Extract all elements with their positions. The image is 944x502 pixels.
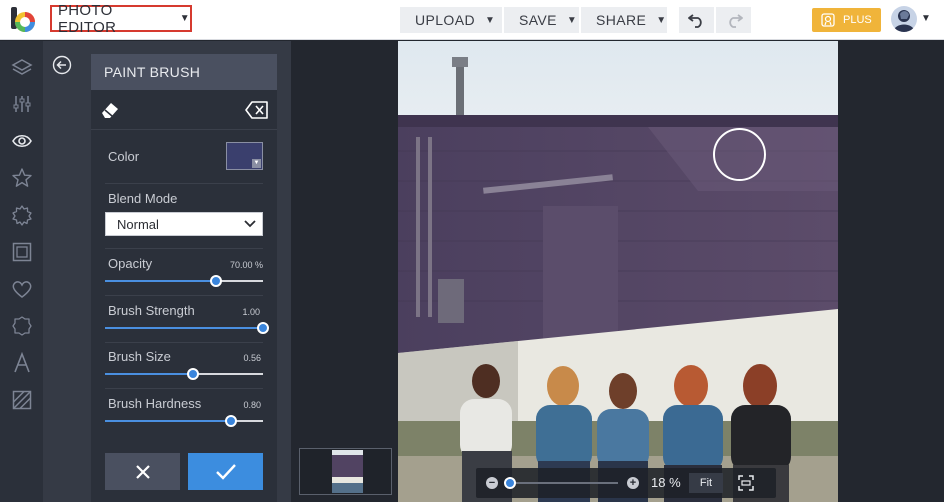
chevron-down-icon: ▼ [656, 14, 667, 26]
zoom-slider-track[interactable] [510, 482, 618, 484]
paint-brush-panel: PAINT BRUSH Color ▼ Blend Mode Normal Op… [91, 54, 277, 502]
zoom-controls: − + 18 % Fit [476, 468, 776, 498]
layers-icon[interactable] [10, 56, 34, 80]
blend-mode-select[interactable]: Normal [105, 212, 263, 236]
slider-fill [105, 420, 232, 422]
divider [105, 388, 263, 389]
adjust-icon[interactable] [10, 92, 34, 116]
badge-icon[interactable] [10, 203, 34, 227]
brush-tools-row [91, 90, 277, 130]
opacity-label: Opacity [108, 256, 153, 271]
zoom-level: 18 % [651, 475, 681, 490]
blend-mode-value: Normal [117, 216, 159, 232]
chevron-down-icon: ▼ [179, 13, 190, 24]
user-avatar-icon [891, 6, 917, 32]
avatar[interactable] [891, 6, 917, 32]
clear-backspace-icon[interactable] [245, 100, 269, 120]
brush-size-value: 0.56 [243, 353, 261, 363]
brush-strength-value: 1.00 [242, 307, 260, 317]
chevron-down-icon: ▼ [566, 14, 578, 26]
brush-hardness-slider[interactable] [105, 415, 263, 427]
eraser-icon[interactable] [99, 99, 121, 121]
product-menu[interactable]: PHOTO EDITOR ▼ [50, 2, 192, 36]
slider-knob[interactable] [225, 415, 238, 427]
undo-button[interactable] [679, 7, 714, 33]
navigator-thumbnail-image [332, 450, 363, 493]
top-bar: PHOTO EDITOR ▼ UPLOAD ▼ SAVE ▼ SHARE ▼ P… [0, 0, 944, 40]
slider-fill [105, 327, 263, 329]
chevron-down-icon[interactable]: ▼ [921, 13, 931, 24]
blend-mode-label: Blend Mode [108, 191, 178, 206]
divider [105, 342, 263, 343]
upload-button[interactable]: UPLOAD ▼ [400, 7, 502, 33]
redo-icon [728, 14, 743, 28]
product-menu-label: PHOTO EDITOR [58, 1, 117, 36]
close-icon [135, 464, 150, 479]
opacity-slider[interactable] [105, 275, 263, 287]
eye-icon[interactable] [10, 129, 34, 153]
slider-fill [105, 280, 216, 282]
brush-strength-slider[interactable] [105, 322, 269, 334]
brush-strength-label: Brush Strength [108, 303, 195, 318]
chevron-down-icon: ▼ [484, 14, 496, 26]
apply-button[interactable] [188, 453, 263, 490]
photo-image [398, 41, 838, 502]
slider-knob[interactable] [187, 368, 200, 380]
brush-size-label: Brush Size [108, 349, 171, 364]
share-label: SHARE [596, 12, 647, 28]
divider [105, 295, 263, 296]
texture-icon[interactable] [10, 314, 34, 338]
panel-title: PAINT BRUSH [91, 54, 277, 90]
fit-button[interactable]: Fit [689, 473, 723, 493]
brush-hardness-value: 0.80 [243, 400, 261, 410]
plus-upgrade-button[interactable]: PLUS [812, 8, 881, 32]
back-arrow-icon[interactable] [52, 55, 72, 75]
redo-button[interactable] [716, 7, 751, 33]
divider [105, 248, 263, 249]
save-button[interactable]: SAVE ▼ [504, 7, 579, 33]
crown-badge-icon [821, 13, 835, 27]
brush-size-slider[interactable] [105, 368, 263, 380]
slider-knob[interactable] [257, 322, 269, 334]
frame-icon[interactable] [10, 240, 34, 264]
slider-knob[interactable] [209, 275, 222, 287]
tool-rail [0, 41, 43, 502]
zoom-slider-knob[interactable] [504, 477, 516, 489]
heart-icon[interactable] [10, 277, 34, 301]
color-swatch[interactable]: ▼ [226, 142, 263, 170]
zoom-in-button[interactable]: + [627, 477, 639, 489]
brush-cursor [713, 128, 766, 181]
chevron-down-icon: ▼ [252, 159, 261, 168]
brush-hardness-label: Brush Hardness [108, 396, 202, 411]
photo-canvas[interactable] [398, 41, 838, 502]
app-logo-icon[interactable] [10, 7, 36, 33]
opacity-value: 70.00 % [229, 260, 263, 270]
slider-fill [105, 373, 194, 375]
chevron-down-icon [244, 220, 256, 228]
fullscreen-icon[interactable] [738, 475, 754, 491]
text-icon[interactable] [10, 351, 34, 375]
upload-label: UPLOAD [415, 12, 475, 28]
zoom-out-button[interactable]: − [486, 477, 498, 489]
check-icon [215, 463, 236, 480]
cancel-button[interactable] [105, 453, 180, 490]
divider [105, 183, 263, 184]
star-icon[interactable] [10, 166, 34, 190]
share-button[interactable]: SHARE ▼ [581, 7, 667, 33]
undo-icon [687, 14, 702, 28]
color-label: Color [108, 149, 140, 164]
overlay-icon[interactable] [10, 388, 34, 412]
save-label: SAVE [519, 12, 557, 28]
plus-label: PLUS [843, 14, 872, 26]
